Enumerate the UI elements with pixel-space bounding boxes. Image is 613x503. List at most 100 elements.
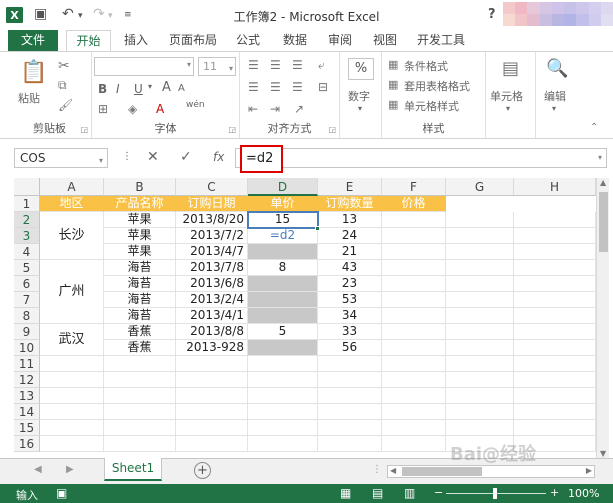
align-bottom-icon[interactable]: ☰ — [292, 58, 303, 72]
row-header-1[interactable]: 1 — [14, 196, 40, 212]
tab-view[interactable]: 视图 — [367, 30, 403, 51]
grow-font-button[interactable]: A — [162, 80, 171, 95]
page-break-view-icon[interactable]: ▥ — [404, 486, 415, 500]
editing-button[interactable]: 编辑 — [544, 88, 566, 104]
column-header-f[interactable]: F — [382, 178, 446, 196]
cell-b6[interactable]: 海苔 — [104, 276, 176, 292]
align-right-icon[interactable]: ☰ — [292, 80, 303, 94]
cell-b15[interactable] — [104, 420, 176, 436]
zoom-in-icon[interactable]: + — [550, 486, 559, 499]
row-header-3[interactable]: 3 — [14, 228, 40, 244]
font-color-icon[interactable]: A — [156, 102, 164, 116]
scroll-left-icon[interactable]: ◀ — [390, 466, 396, 475]
cell-b12[interactable] — [104, 372, 176, 388]
cell-b1[interactable]: 产品名称 — [104, 196, 176, 212]
cell-d10[interactable] — [248, 340, 318, 356]
tab-developer[interactable]: 开发工具 — [410, 30, 472, 51]
cell-e9[interactable]: 33 — [318, 324, 382, 340]
cell-f7[interactable] — [382, 292, 446, 308]
paste-icon[interactable]: 📋 — [20, 60, 47, 85]
cell-e6[interactable]: 23 — [318, 276, 382, 292]
next-sheet-icon[interactable]: ▶ — [66, 464, 74, 475]
row-header-10[interactable]: 10 — [14, 340, 40, 356]
cell-h14[interactable] — [514, 404, 596, 420]
orientation-icon[interactable]: ↗ — [294, 102, 304, 116]
macro-record-icon[interactable]: ▣ — [56, 486, 67, 500]
cell-f8[interactable] — [382, 308, 446, 324]
format-painter-icon[interactable]: 🖌 — [58, 98, 73, 112]
cell-e1[interactable]: 订购数量 — [318, 196, 382, 212]
row-header-4[interactable]: 4 — [14, 244, 40, 260]
cell-c9[interactable]: 2013/8/8 — [176, 324, 248, 340]
column-header-g[interactable]: G — [446, 178, 514, 196]
cell-b16[interactable] — [104, 436, 176, 452]
cell-e11[interactable] — [318, 356, 382, 372]
enter-formula-button[interactable]: ✓ — [180, 149, 192, 165]
conditional-format-button[interactable]: 条件格式 — [404, 58, 448, 74]
cells-icon[interactable]: ▤ — [502, 58, 519, 79]
cell-b9[interactable]: 香蕉 — [104, 324, 176, 340]
cell-f3[interactable] — [382, 228, 446, 244]
cell-f11[interactable] — [382, 356, 446, 372]
cell-f14[interactable] — [382, 404, 446, 420]
cell-b11[interactable] — [104, 356, 176, 372]
underline-dropdown-icon[interactable]: ▾ — [148, 82, 152, 91]
cell-b13[interactable] — [104, 388, 176, 404]
zoom-level[interactable]: 100% — [568, 487, 599, 500]
table-format-button[interactable]: 套用表格格式 — [404, 78, 470, 94]
column-header-d[interactable]: D — [248, 178, 318, 196]
cell-g13[interactable] — [446, 388, 514, 404]
cell-e15[interactable] — [318, 420, 382, 436]
cell-c14[interactable] — [176, 404, 248, 420]
cell-b5[interactable]: 海苔 — [104, 260, 176, 276]
cell-e8[interactable]: 34 — [318, 308, 382, 324]
row-header-12[interactable]: 12 — [14, 372, 40, 388]
formula-input[interactable]: ▾ — [235, 148, 607, 168]
cell-c16[interactable] — [176, 436, 248, 452]
cell-a15[interactable] — [40, 420, 104, 436]
cell-c11[interactable] — [176, 356, 248, 372]
cell-f1[interactable]: 价格 — [382, 196, 446, 212]
cell-c8[interactable]: 2013/4/1 — [176, 308, 248, 324]
shrink-font-button[interactable]: A — [178, 83, 185, 94]
vertical-scrollbar[interactable]: ▲ ▼ — [596, 178, 609, 458]
cell-e10[interactable]: 56 — [318, 340, 382, 356]
cell-a11[interactable] — [40, 356, 104, 372]
font-name-select[interactable]: ▾ — [94, 57, 194, 76]
normal-view-icon[interactable]: ▦ — [340, 486, 351, 500]
cell-h7[interactable] — [514, 292, 596, 308]
tab-home[interactable]: 开始 — [66, 30, 111, 52]
tab-page-layout[interactable]: 页面布局 — [164, 30, 222, 51]
editing-dropdown-icon[interactable]: ▾ — [552, 104, 556, 113]
cell-b2[interactable]: 苹果 — [104, 212, 176, 228]
cell-b7[interactable]: 海苔 — [104, 292, 176, 308]
cell-d14[interactable] — [248, 404, 318, 420]
align-center-icon[interactable]: ☰ — [270, 80, 281, 94]
column-header-b[interactable]: B — [104, 178, 176, 196]
cell-g4[interactable] — [446, 244, 514, 260]
row-header-14[interactable]: 14 — [14, 404, 40, 420]
cell-e3[interactable]: 24 — [318, 228, 382, 244]
row-header-9[interactable]: 9 — [14, 324, 40, 340]
row-header-11[interactable]: 11 — [14, 356, 40, 372]
cell-d13[interactable] — [248, 388, 318, 404]
cell-f12[interactable] — [382, 372, 446, 388]
horizontal-scroll-thumb[interactable] — [402, 467, 482, 476]
cell-c3[interactable]: 2013/7/2 — [176, 228, 248, 244]
cell-c12[interactable] — [176, 372, 248, 388]
row-header-16[interactable]: 16 — [14, 436, 40, 452]
cell-e2[interactable]: 13 — [318, 212, 382, 228]
tab-file[interactable]: 文件 — [8, 30, 58, 51]
column-header-a[interactable]: A — [40, 178, 104, 196]
cell-a2-merged[interactable]: 长沙 — [40, 212, 104, 260]
cell-b3[interactable]: 苹果 — [104, 228, 176, 244]
page-layout-view-icon[interactable]: ▤ — [372, 486, 383, 500]
cells-button[interactable]: 单元格 — [490, 88, 523, 104]
font-size-select[interactable]: 11 ▾ — [198, 57, 236, 76]
cell-h4[interactable] — [514, 244, 596, 260]
cell-d7[interactable] — [248, 292, 318, 308]
sheet-tab-sheet1[interactable]: Sheet1 — [104, 458, 162, 481]
cell-b8[interactable]: 海苔 — [104, 308, 176, 324]
column-header-e[interactable]: E — [318, 178, 382, 196]
cell-g3[interactable] — [446, 228, 514, 244]
